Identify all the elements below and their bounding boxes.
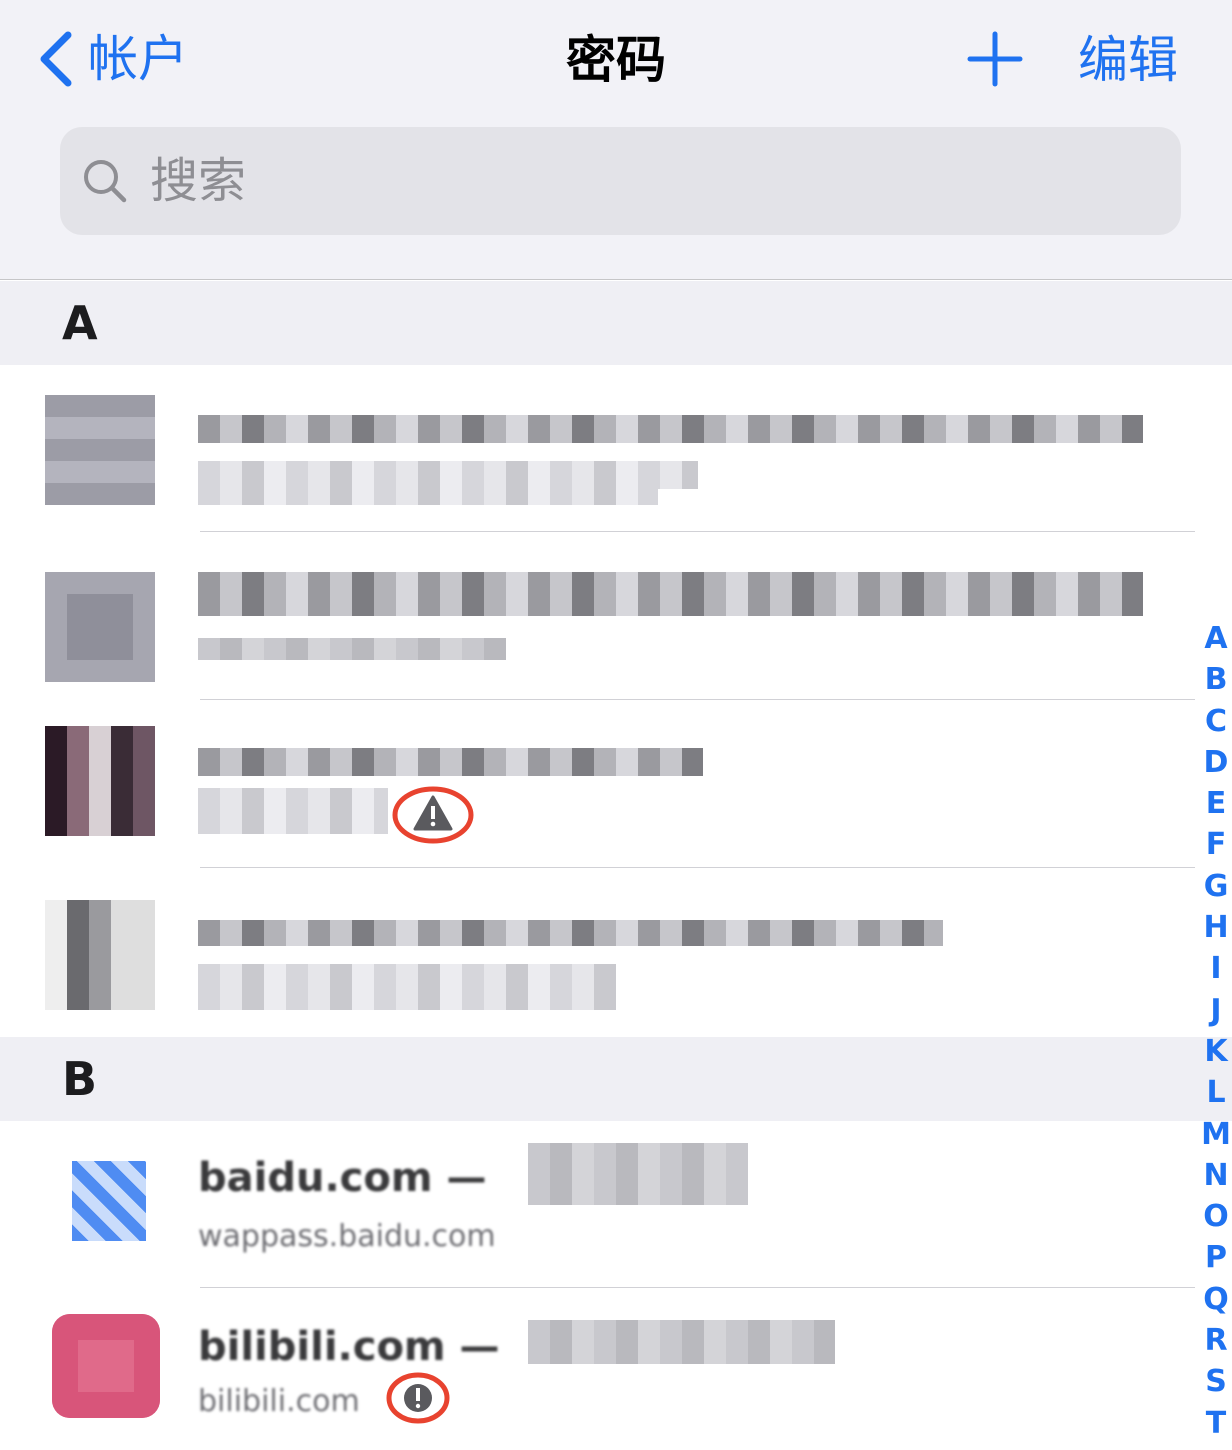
index-letter-j[interactable]: J: [1200, 990, 1232, 1031]
add-button[interactable]: [966, 30, 1024, 88]
index-letter-o[interactable]: O: [1200, 1196, 1232, 1237]
list-item[interactable]: [0, 868, 1195, 1036]
redacted-username: [528, 1143, 748, 1205]
redacted-subtitle: [198, 487, 658, 505]
section-letter: B: [62, 1052, 98, 1106]
index-letter-e[interactable]: E: [1200, 783, 1232, 824]
index-letter-t[interactable]: T: [1200, 1403, 1232, 1444]
list-item[interactable]: bilibili.com — bilibili.com: [0, 1288, 1195, 1450]
site-favicon: [45, 726, 155, 836]
list-item[interactable]: [0, 700, 1195, 868]
search-input[interactable]: [148, 152, 1052, 210]
index-letter-r[interactable]: R: [1200, 1320, 1232, 1361]
index-letter-q[interactable]: Q: [1200, 1279, 1232, 1320]
list-item[interactable]: [0, 365, 1195, 532]
redacted-subtitle: [198, 788, 388, 834]
redacted-title: [198, 415, 1143, 443]
redacted-subtitle: [198, 461, 698, 489]
index-letter-s[interactable]: S: [1200, 1361, 1232, 1402]
index-letter-b[interactable]: B: [1200, 659, 1232, 700]
section-header-a: A: [0, 281, 1232, 365]
index-letter-i[interactable]: I: [1200, 948, 1232, 989]
redacted-title: [198, 748, 703, 776]
site-title: bilibili.com —: [198, 1324, 500, 1370]
site-favicon: [45, 572, 155, 682]
redacted-title: [198, 572, 1143, 616]
index-letter-p[interactable]: P: [1200, 1237, 1232, 1278]
section-header-b: B: [0, 1037, 1232, 1121]
index-letter-g[interactable]: G: [1200, 866, 1232, 907]
warning-triangle-icon: [392, 786, 474, 844]
site-subtitle: wappass.baidu.com: [198, 1219, 496, 1254]
section-letter: A: [62, 296, 98, 350]
security-warning[interactable]: [386, 1372, 450, 1424]
list-item[interactable]: [0, 532, 1195, 700]
search-icon: [84, 160, 127, 203]
site-favicon: [45, 395, 155, 505]
security-warning[interactable]: [392, 786, 474, 844]
index-letter-c[interactable]: C: [1200, 701, 1232, 742]
redacted-title: [198, 920, 943, 946]
section-index-bar[interactable]: ABCDEFGHIJKLMNOPQRST: [1200, 618, 1232, 1444]
plus-icon: [967, 31, 1023, 87]
redacted-username: [528, 1320, 835, 1364]
site-favicon: [45, 900, 155, 1010]
index-letter-n[interactable]: N: [1200, 1155, 1232, 1196]
search-bar[interactable]: [60, 127, 1181, 235]
index-letter-k[interactable]: K: [1200, 1031, 1232, 1072]
warning-triangle-icon: [386, 1372, 450, 1424]
page-title: 密码: [566, 31, 666, 89]
index-letter-f[interactable]: F: [1200, 824, 1232, 865]
index-letter-d[interactable]: D: [1200, 742, 1232, 783]
redacted-subtitle: [198, 964, 616, 1010]
list-item[interactable]: baidu.com — wappass.baidu.com: [0, 1121, 1195, 1288]
edit-button[interactable]: 编辑: [1078, 28, 1178, 92]
site-title: baidu.com —: [198, 1155, 487, 1201]
redacted-subtitle: [198, 638, 506, 660]
index-letter-l[interactable]: L: [1200, 1072, 1232, 1113]
bilibili-tv-icon: [52, 1314, 160, 1418]
baidu-paw-icon: [72, 1161, 146, 1241]
site-subtitle: bilibili.com: [198, 1384, 360, 1419]
index-letter-m[interactable]: M: [1200, 1114, 1232, 1155]
index-letter-h[interactable]: H: [1200, 907, 1232, 948]
index-letter-a[interactable]: A: [1200, 618, 1232, 659]
